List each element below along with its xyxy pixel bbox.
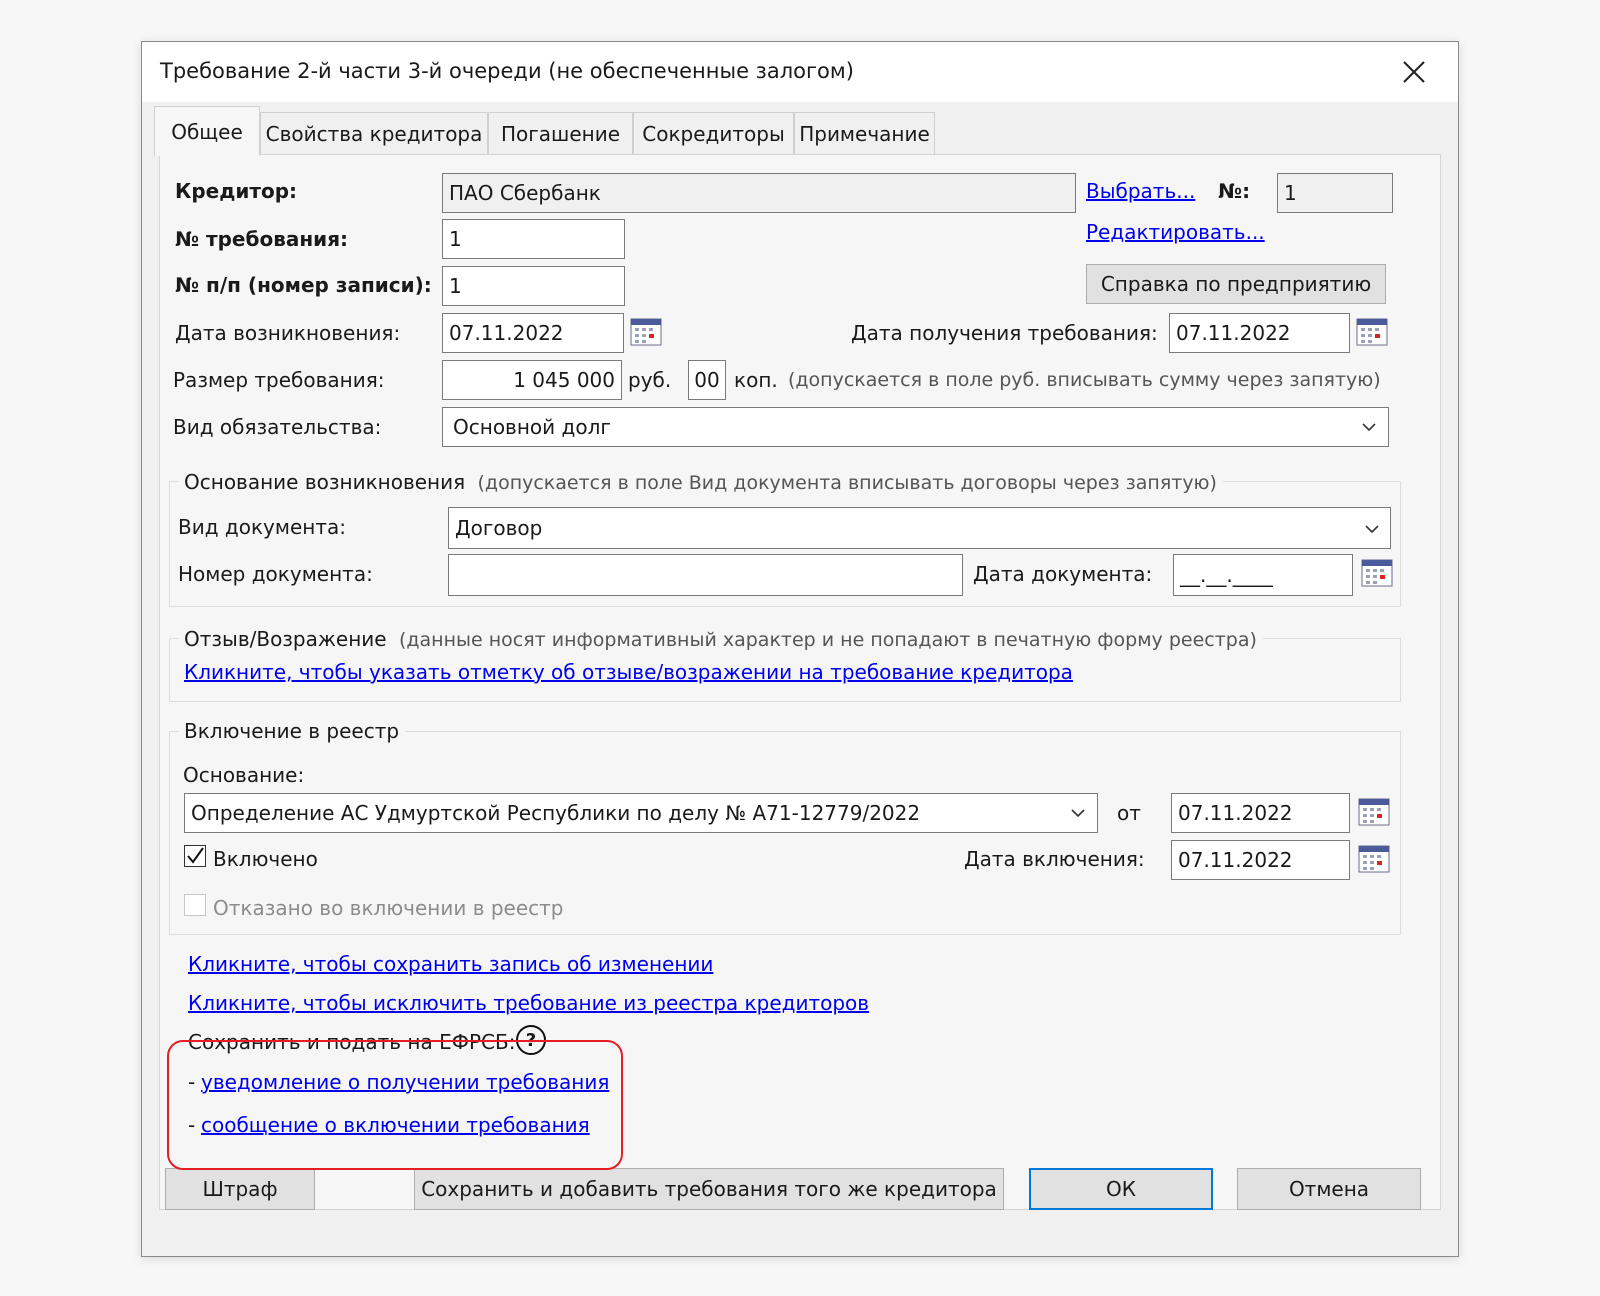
doc-number-label: Номер документа: xyxy=(178,562,373,586)
ok-button[interactable]: ОК xyxy=(1029,1168,1213,1210)
objection-group-title: Отзыв/Возражение (данные носят информати… xyxy=(178,627,1263,651)
creditor-label: Кредитор: xyxy=(175,179,298,203)
doc-date-field[interactable]: __.__.____ xyxy=(1173,554,1353,596)
chevron-down-icon[interactable] xyxy=(1364,524,1380,534)
chevron-down-icon[interactable] xyxy=(1070,808,1086,818)
record-number-field[interactable]: 1 xyxy=(442,266,625,306)
title-bar: Требование 2-й части 3-й очереди (не обе… xyxy=(142,42,1458,102)
tab-general[interactable]: Общее xyxy=(154,106,260,156)
doc-type-label: Вид документа: xyxy=(178,515,346,539)
amount-label: Размер требования: xyxy=(173,368,385,392)
registry-basis-label: Основание: xyxy=(183,763,305,787)
registry-group-title: Включение в реестр xyxy=(178,719,406,743)
objection-title: Отзыв/Возражение xyxy=(184,627,387,651)
objection-hint: (данные носят информативный характер и н… xyxy=(398,629,1257,651)
tab-co-creditors[interactable]: Сокредиторы xyxy=(633,112,794,154)
doc-number-field[interactable] xyxy=(448,554,963,596)
registry-basis-select[interactable]: Определение АС Удмуртской Республики по … xyxy=(184,793,1098,833)
calendar-icon[interactable] xyxy=(1358,796,1390,826)
amount-rub-field[interactable]: 1 045 000 xyxy=(442,360,622,400)
basis-hint: (допускается в поле Вид документа вписыв… xyxy=(477,472,1217,494)
number-label: №: xyxy=(1218,179,1251,203)
edit-creditor-link[interactable]: Редактировать... xyxy=(1086,220,1265,244)
basis-group-title: Основание возникновения (допускается в п… xyxy=(178,470,1223,494)
fine-button[interactable]: Штраф xyxy=(165,1168,315,1210)
choose-creditor-link[interactable]: Выбрать... xyxy=(1086,179,1195,203)
checkmark-icon xyxy=(187,847,204,864)
chevron-down-icon[interactable] xyxy=(1361,422,1377,432)
doc-date-label: Дата документа: xyxy=(973,562,1153,586)
tab-notes[interactable]: Примечание xyxy=(794,112,935,154)
company-info-button[interactable]: Справка по предприятию xyxy=(1086,264,1386,304)
origin-date-label: Дата возникновения: xyxy=(175,321,401,345)
receipt-date-label: Дата получения требования: xyxy=(851,321,1158,345)
tab-repayment[interactable]: Погашение xyxy=(488,112,633,154)
kop-unit: коп. xyxy=(734,368,778,392)
included-checkbox[interactable] xyxy=(184,845,206,867)
tab-creditor-properties[interactable]: Свойства кредитора xyxy=(260,112,488,154)
amount-kop-field[interactable]: 00 xyxy=(688,360,726,400)
calendar-icon[interactable] xyxy=(1358,843,1390,873)
claim-number-label: № требования: xyxy=(175,227,349,251)
refused-label: Отказано во включении в реестр xyxy=(213,896,564,920)
amount-hint: (допускается в поле руб. вписывать сумму… xyxy=(788,369,1381,391)
number-field[interactable]: 1 xyxy=(1277,173,1393,213)
obligation-label: Вид обязательства: xyxy=(173,415,382,439)
calendar-icon[interactable] xyxy=(630,316,662,346)
doc-type-select[interactable]: Договор xyxy=(448,507,1391,549)
record-number-label: № п/п (номер записи): xyxy=(175,273,432,297)
origin-date-field[interactable]: 07.11.2022 xyxy=(442,313,624,353)
included-label: Включено xyxy=(213,847,318,871)
save-change-link[interactable]: Кликните, чтобы сохранить запись об изме… xyxy=(188,952,713,976)
creditor-field[interactable]: ПАО Сбербанк xyxy=(442,173,1076,213)
dialog-title: Требование 2-й части 3-й очереди (не обе… xyxy=(160,59,854,83)
calendar-icon[interactable] xyxy=(1361,557,1393,587)
rub-unit: руб. xyxy=(628,368,672,392)
inclusion-date-field[interactable]: 07.11.2022 xyxy=(1171,840,1350,880)
from-label: от xyxy=(1117,801,1141,825)
cancel-button[interactable]: Отмена xyxy=(1237,1168,1421,1210)
efrsb-highlight-frame xyxy=(167,1040,623,1170)
exclude-claim-link[interactable]: Кликните, чтобы исключить требование из … xyxy=(188,991,869,1015)
inclusion-date-label: Дата включения: xyxy=(964,847,1145,871)
receipt-date-field[interactable]: 07.11.2022 xyxy=(1169,313,1350,353)
close-icon[interactable] xyxy=(1394,52,1434,92)
obligation-select[interactable]: Основной долг xyxy=(442,407,1389,447)
refused-checkbox[interactable] xyxy=(184,894,206,916)
registry-from-date-field[interactable]: 07.11.2022 xyxy=(1171,793,1350,833)
basis-title: Основание возникновения xyxy=(184,470,466,494)
claim-number-field[interactable]: 1 xyxy=(442,219,625,259)
objection-link[interactable]: Кликните, чтобы указать отметку об отзыв… xyxy=(184,660,1073,684)
save-and-add-button[interactable]: Сохранить и добавить требования того же … xyxy=(414,1168,1004,1210)
calendar-icon[interactable] xyxy=(1356,316,1388,346)
